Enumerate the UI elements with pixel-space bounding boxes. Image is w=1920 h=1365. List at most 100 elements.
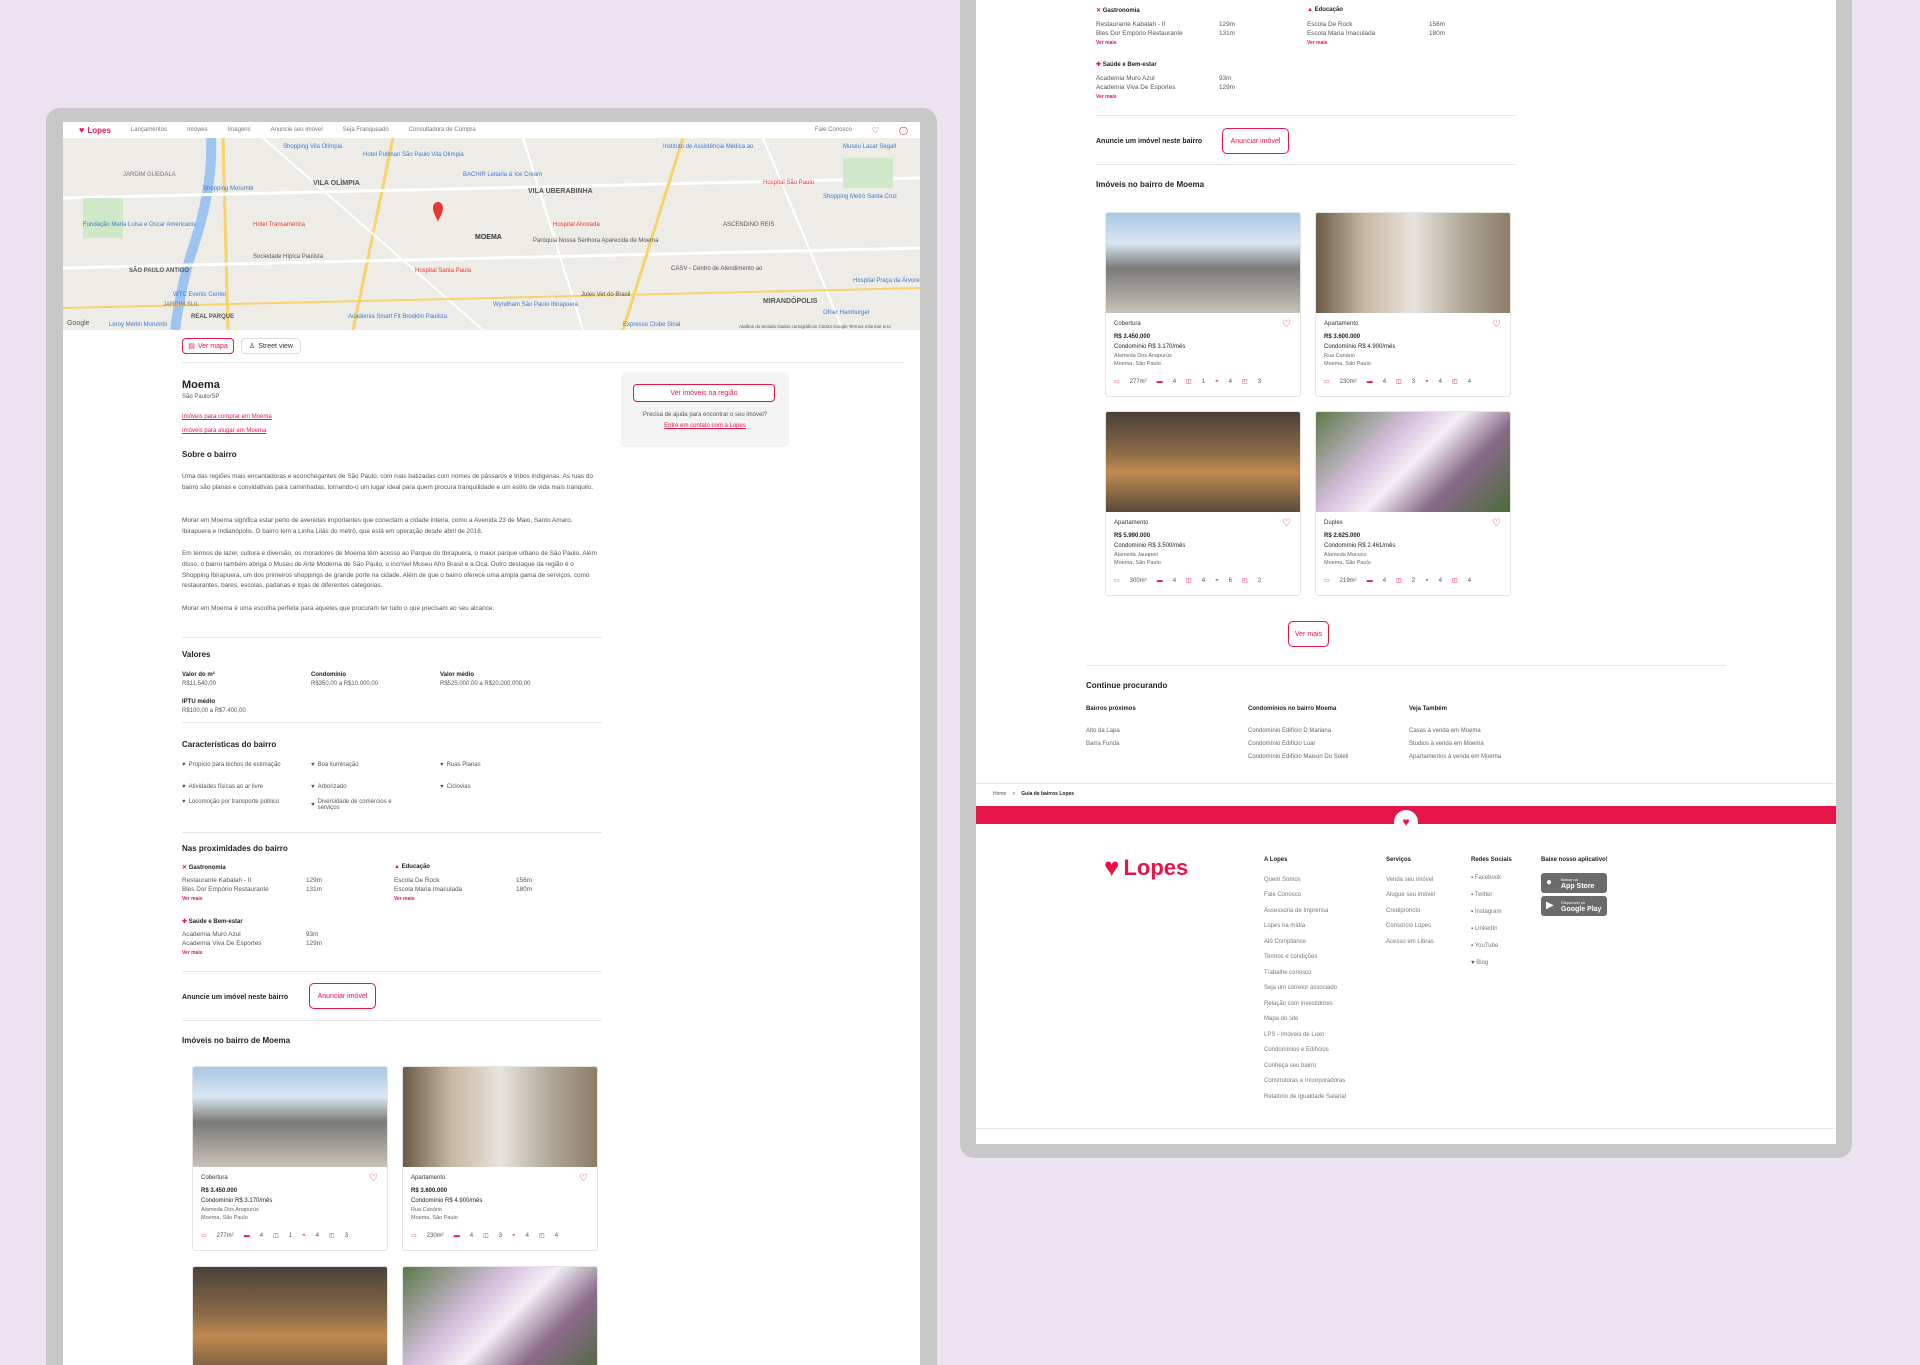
footer-link[interactable]: Consórcio Lopes — [1386, 923, 1431, 929]
map-poi[interactable]: WTC Events Center — [173, 292, 226, 298]
favorite-heart-icon[interactable]: ♡ — [579, 1173, 589, 1184]
ver-mais-link[interactable]: Ver mais — [182, 950, 203, 956]
footer-link[interactable]: Relatório de Igualdade Salarial — [1264, 1094, 1346, 1100]
user-icon[interactable]: ◯ — [899, 126, 908, 135]
social-blog[interactable]: ♥ Blog — [1471, 960, 1488, 966]
nav-item[interactable]: Imóveis — [187, 127, 208, 133]
continue-link[interactable]: Barra Funda — [1086, 741, 1119, 747]
map-poi[interactable]: Museu Lasar Segall — [843, 144, 896, 150]
app-store-button[interactable]: ● Baixar na App Store — [1541, 873, 1607, 893]
footer-link[interactable]: Trabalhe conosco — [1264, 970, 1311, 976]
footer-link[interactable]: Venda seu imóvel — [1386, 877, 1433, 883]
property-card[interactable]: Cobertura ♡ R$ 3.450.000 Condomínio R$ 3… — [192, 1066, 388, 1251]
footer-link[interactable]: Assessoria de Imprensa — [1264, 908, 1328, 914]
property-card[interactable]: Apartamento ♡ R$ 3.600.000 Condomínio R$… — [402, 1066, 598, 1251]
link-alugar[interactable]: Imóveis para alugar em Moema — [182, 428, 266, 434]
contact-link[interactable]: Fale Conosco — [815, 127, 852, 133]
map-poi[interactable]: Expresso Clube Sinai — [623, 322, 680, 328]
map-poi[interactable]: Instituto de Assistência Médica ao — [663, 144, 753, 150]
map-poi[interactable]: Hospital Praça da Árvore — [853, 278, 920, 284]
google-play-button[interactable]: ▶ Disponível no Google Play — [1541, 896, 1607, 916]
footer-link[interactable]: Conheça seu bairro — [1264, 1063, 1316, 1069]
footer-link[interactable]: Condomínios e Edifícios — [1264, 1047, 1329, 1053]
property-card[interactable]: Duplex ♡ R$ 2.625.000 Condomínio R$ 2.46… — [1315, 411, 1511, 596]
map[interactable]: VILA OLÍMPIA VILA UBERABINHA MOEMA ASCEN… — [63, 138, 920, 330]
map-poi[interactable]: Hospital Alvorada — [553, 222, 600, 228]
favorite-heart-icon[interactable]: ♡ — [1492, 319, 1502, 330]
favorites-icon[interactable]: ♡ — [872, 126, 879, 135]
continue-link[interactable]: Condomínio Edifício D Mariana — [1248, 728, 1331, 734]
map-poi[interactable]: Shopping Metrô Santa Cruz — [823, 194, 897, 200]
nav-item[interactable]: Imagens — [228, 127, 251, 133]
footer-link[interactable]: Acesso em Libras — [1386, 939, 1434, 945]
social-twitter[interactable]: ▪ Twitter — [1471, 892, 1492, 898]
social-linkedin[interactable]: ▪ LinkedIn — [1471, 926, 1498, 932]
ver-mais-link[interactable]: Ver mais — [182, 896, 203, 902]
footer-link[interactable]: Lopes na mídia — [1264, 923, 1305, 929]
ver-mais-link[interactable]: Ver mais — [1096, 40, 1117, 46]
footer-link[interactable]: Quem Somos — [1264, 877, 1301, 883]
footer-link[interactable]: Alô Compliance — [1264, 939, 1306, 945]
breadcrumb-home[interactable]: Home — [993, 791, 1006, 797]
ver-mais-link[interactable]: Ver mais — [1096, 94, 1117, 100]
continue-link[interactable]: Condomínio Edifício Luar — [1248, 741, 1315, 747]
property-card[interactable]: Apartamento ♡ R$ 5.990.000 Condomínio R$… — [1105, 411, 1301, 596]
social-youtube[interactable]: ▪ YouTube — [1471, 943, 1498, 949]
ver-mais-button[interactable]: Ver mais — [1288, 621, 1329, 647]
ver-mais-link[interactable]: Ver mais — [394, 896, 415, 902]
property-card[interactable]: Apartamento ♡ R$ 3.600.000 Condomínio R$… — [1315, 212, 1511, 397]
map-poi[interactable]: Paróquia Nossa Senhora Aparecida de Moem… — [533, 238, 658, 244]
footer-link[interactable]: Mapa do site — [1264, 1016, 1298, 1022]
footer-link[interactable]: Construtoras e Incorporadoras — [1264, 1078, 1345, 1084]
footer-link[interactable]: Relação com investidores — [1264, 1001, 1333, 1007]
anunciar-imovel-button[interactable]: Anunciar imóvel — [309, 983, 376, 1009]
continue-link[interactable]: Condomínio Edifício Maison Du Soleil — [1248, 754, 1348, 760]
map-poi[interactable]: Shopping Vila Olímpia — [283, 144, 342, 150]
footer-link[interactable]: LPS - Imóveis de Luxo — [1264, 1032, 1324, 1038]
continue-link[interactable]: Apartamentos à venda em Moema — [1409, 754, 1501, 760]
footer-link[interactable]: Alugue seu imóvel — [1386, 892, 1435, 898]
map-poi[interactable]: CASV - Centro de Atendimento ao — [671, 266, 762, 272]
map-poi[interactable]: Jules Vet do Brasil — [581, 292, 630, 298]
favorite-heart-icon[interactable]: ♡ — [1492, 518, 1502, 529]
nav-item[interactable]: Anuncie seu imóvel — [271, 127, 323, 133]
footer-link[interactable]: Crediproncto — [1386, 908, 1420, 914]
social-instagram[interactable]: ▪ Instagram — [1471, 909, 1502, 915]
continue-link[interactable]: Alto da Lapa — [1086, 728, 1120, 734]
ver-mapa-button[interactable]: ▤ Ver mapa — [182, 338, 234, 354]
continue-link[interactable]: Casas à venda em Moema — [1409, 728, 1481, 734]
street-view-button[interactable]: ♙ Street view — [241, 338, 301, 354]
favorite-heart-icon[interactable]: ♡ — [369, 1173, 379, 1184]
map-poi[interactable]: Sociedade Hípica Paulista — [253, 254, 323, 260]
social-facebook[interactable]: ▪ Facebook — [1471, 875, 1501, 881]
map-poi[interactable]: Ofner Hamburger — [823, 310, 870, 316]
logo[interactable]: ♥ Lopes — [79, 125, 111, 135]
map-poi[interactable]: Wyndham São Paulo Ibirapuera — [493, 302, 578, 308]
ver-mais-link[interactable]: Ver mais — [1307, 40, 1328, 46]
anunciar-imovel-button[interactable]: Anunciar imóvel — [1222, 128, 1289, 154]
nav-item[interactable]: Consultadora de Compra — [409, 127, 476, 133]
property-card[interactable]: Cobertura ♡ R$ 3.450.000 Condomínio R$ 3… — [1105, 212, 1301, 397]
favorite-heart-icon[interactable]: ♡ — [1282, 319, 1292, 330]
footer-link[interactable]: Termos e condições — [1264, 954, 1317, 960]
nav-item[interactable]: Seja Franqueado — [343, 127, 389, 133]
map-poi[interactable]: Hotel Transamérica — [253, 222, 305, 228]
property-card[interactable] — [192, 1266, 388, 1365]
map-poi[interactable]: Leroy Merlin Morumbi — [109, 322, 167, 328]
footer-logo[interactable]: ♥ Lopes — [1104, 852, 1188, 883]
favorite-heart-icon[interactable]: ♡ — [1282, 518, 1292, 529]
map-poi[interactable]: Hotel Pullman São Paulo Vila Olímpia — [363, 152, 464, 158]
map-poi[interactable]: Hospital São Paulo — [763, 180, 814, 186]
contact-link[interactable]: Entre em contato com a Lopes — [621, 423, 789, 429]
map-poi[interactable]: Academia Smart Fit Brooklin Paulista — [348, 314, 447, 320]
continue-link[interactable]: Studios à venda em Moema — [1409, 741, 1484, 747]
map-attribution[interactable]: Atalhos do teclado Dados cartográficos ©… — [739, 324, 891, 329]
map-poi[interactable]: Shopping Morumbi — [203, 186, 253, 192]
footer-link[interactable]: Seja um corretor associado — [1264, 985, 1337, 991]
property-card[interactable] — [402, 1266, 598, 1365]
nav-item[interactable]: Lançamentos — [131, 127, 167, 133]
ver-imoveis-regiao-button[interactable]: Ver imóveis na região — [633, 384, 775, 402]
footer-link[interactable]: Fale Conosco — [1264, 892, 1301, 898]
map-poi[interactable]: BACHIR Leitaria & Ice Cream — [463, 172, 542, 178]
map-poi[interactable]: Fundação Maria Luisa e Oscar Americano — [83, 222, 195, 228]
